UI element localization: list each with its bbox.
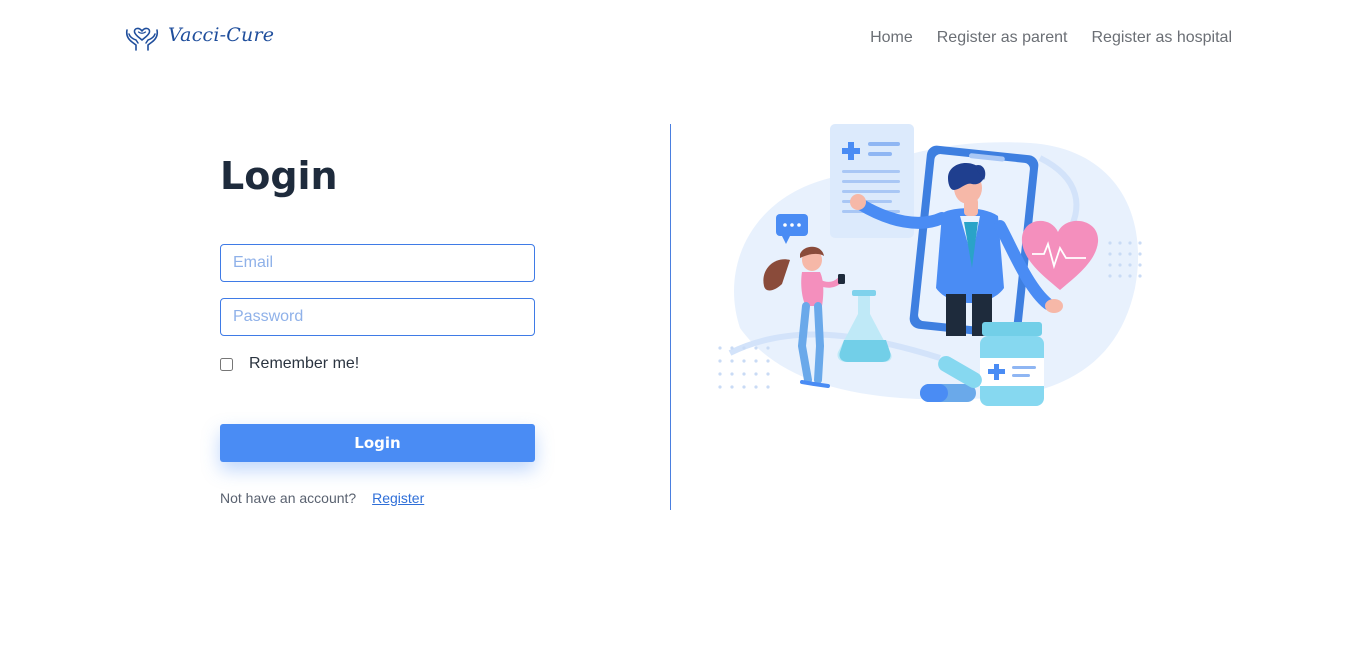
divider: [670, 124, 671, 510]
brand-link[interactable]: Vacci-Cure: [124, 18, 274, 52]
no-account-text: Not have an account?: [220, 490, 357, 506]
doctor-telemedicine-illustration: [718, 124, 1142, 406]
email-field[interactable]: [220, 244, 535, 282]
nav-register-parent[interactable]: Register as parent: [937, 29, 1068, 47]
nav-register-hospital[interactable]: Register as hospital: [1091, 29, 1232, 47]
remember-me[interactable]: Remember me!: [220, 355, 359, 373]
remember-label: Remember me!: [249, 355, 360, 372]
remember-checkbox[interactable]: [220, 357, 233, 371]
brand-name: Vacci-Cure: [168, 24, 275, 46]
page-title: Login: [220, 154, 338, 198]
nav-links: Home Register as parent Register as hosp…: [870, 29, 1232, 47]
nav-home[interactable]: Home: [870, 29, 913, 47]
password-field[interactable]: [220, 298, 535, 336]
register-prompt: Not have an account? Register: [220, 490, 424, 506]
navbar: Vacci-Cure Home Register as parent Regis…: [0, 0, 1366, 78]
hands-heart-icon: [125, 27, 159, 51]
login-button[interactable]: Login: [220, 424, 535, 462]
register-link[interactable]: Register: [372, 490, 424, 506]
